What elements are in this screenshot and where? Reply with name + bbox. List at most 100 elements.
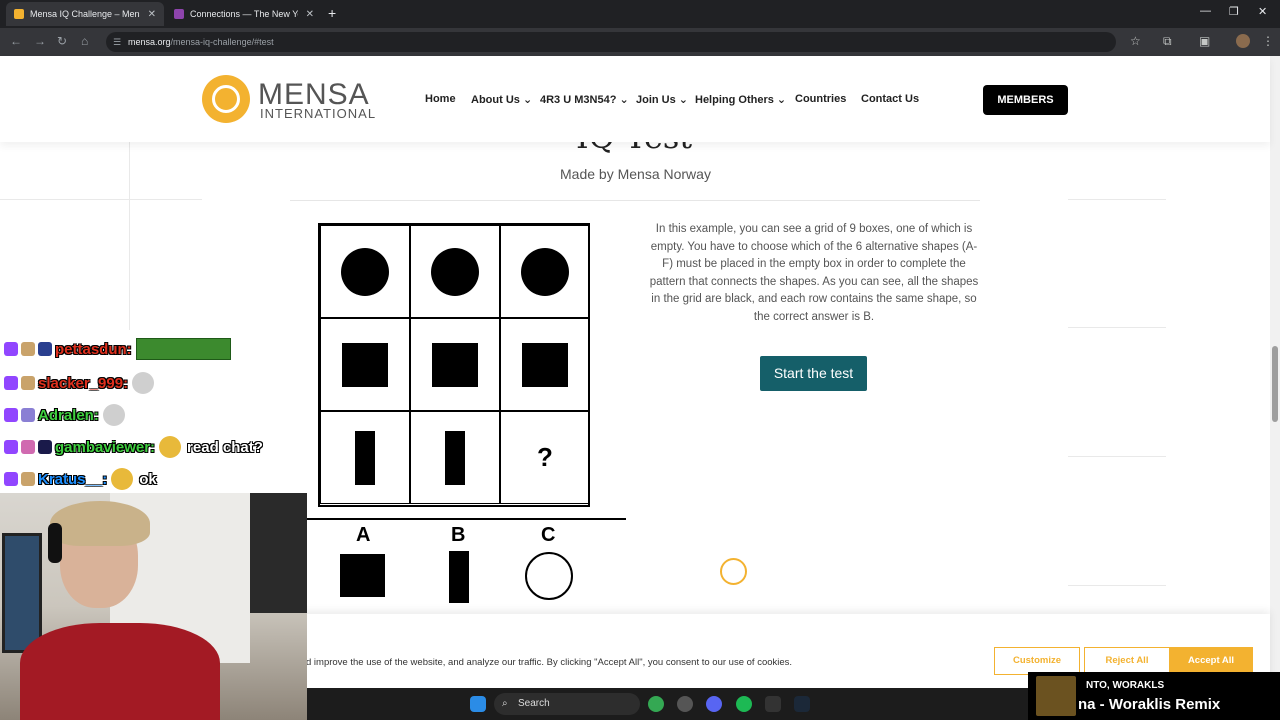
windows-start-icon[interactable] bbox=[470, 696, 486, 712]
twitch-badge-icon bbox=[4, 440, 18, 454]
sub-badge-icon bbox=[21, 440, 35, 454]
spotify-icon[interactable] bbox=[736, 696, 752, 712]
chat-message: pettasdun: bbox=[4, 338, 231, 360]
grid-cell-empty: ? bbox=[500, 411, 590, 504]
nav-label: 4R3 U M3N54? bbox=[540, 94, 617, 106]
back-icon[interactable]: ← bbox=[10, 34, 22, 48]
site-info-icon[interactable]: ☰ bbox=[113, 32, 121, 52]
emote-icon bbox=[132, 372, 155, 394]
logitech-icon[interactable] bbox=[765, 696, 781, 712]
divider bbox=[306, 518, 626, 520]
close-icon[interactable]: ✕ bbox=[148, 9, 156, 20]
url-domain: mensa.org bbox=[128, 37, 171, 47]
page-scrollbar[interactable] bbox=[1270, 56, 1280, 688]
nav-contact-us[interactable]: Contact Us bbox=[861, 93, 919, 105]
option-b-bar-shape bbox=[449, 551, 469, 603]
now-playing-widget: NTO, WORAKLS na - Woraklis Remix bbox=[1028, 672, 1280, 720]
reload-icon[interactable]: ↻ bbox=[57, 34, 67, 48]
sub-badge-icon bbox=[21, 472, 35, 486]
bits-badge-icon bbox=[38, 342, 52, 356]
streamer-hair bbox=[50, 501, 150, 546]
chat-message: gambaviewer: read chat? bbox=[4, 436, 263, 458]
bits-badge-icon bbox=[38, 440, 52, 454]
emote-icon bbox=[159, 436, 182, 458]
bookmark-star-icon[interactable]: ☆ bbox=[1130, 34, 1141, 48]
cookie-customize-button[interactable]: Customize bbox=[994, 647, 1080, 675]
chat-username: pettasdun: bbox=[55, 340, 132, 358]
sidepanel-icon[interactable]: ▣ bbox=[1199, 34, 1210, 48]
cookie-reject-button[interactable]: Reject All bbox=[1084, 647, 1170, 675]
black-circle-shape bbox=[521, 247, 569, 296]
black-circle-shape bbox=[431, 247, 479, 296]
menu-kebab-icon[interactable]: ⋮ bbox=[1262, 34, 1274, 48]
nav-helping-others[interactable]: Helping Others ⌄ bbox=[695, 93, 786, 106]
option-a-square-shape bbox=[340, 554, 385, 597]
black-bar-shape bbox=[445, 430, 465, 485]
background-cabinet bbox=[250, 493, 307, 613]
taskbar-search[interactable]: ⌕ Search bbox=[494, 693, 640, 715]
browser-tab-bar: Mensa IQ Challenge – Mensa Int ✕ Connect… bbox=[0, 0, 1280, 28]
album-art bbox=[1036, 676, 1076, 716]
cookie-accept-button[interactable]: Accept All bbox=[1169, 647, 1253, 675]
tab-title: Connections — The New York Tim bbox=[190, 9, 298, 19]
chevron-down-icon: ⌄ bbox=[619, 94, 629, 106]
emote-icon bbox=[135, 338, 231, 360]
members-button[interactable]: MEMBERS bbox=[983, 85, 1068, 115]
sub-badge-icon bbox=[21, 342, 35, 356]
mensa-favicon-icon bbox=[14, 9, 24, 19]
nav-home[interactable]: Home bbox=[425, 93, 456, 105]
divider bbox=[1068, 456, 1166, 457]
black-circle-shape bbox=[341, 247, 389, 296]
chevron-down-icon: ⌄ bbox=[522, 94, 533, 106]
twitch-badge-icon bbox=[4, 408, 18, 422]
grid-cell bbox=[320, 318, 410, 411]
grid-cell bbox=[410, 411, 500, 504]
home-icon[interactable]: ⌂ bbox=[81, 34, 88, 48]
nav-about-us[interactable]: About Us ⌄ bbox=[471, 93, 532, 106]
option-c-circle-shape bbox=[525, 552, 573, 600]
nav-label: Helping Others bbox=[695, 94, 774, 106]
now-playing-artist: NTO, WORAKLS bbox=[1086, 680, 1165, 691]
emote-icon bbox=[111, 468, 134, 490]
discord-icon[interactable] bbox=[706, 696, 722, 712]
scrollbar-thumb[interactable] bbox=[1272, 346, 1278, 422]
extensions-icon[interactable]: ⧉ bbox=[1163, 34, 1172, 49]
tab-connections[interactable]: Connections — The New York Tim ✕ bbox=[166, 2, 322, 26]
profile-avatar[interactable] bbox=[1236, 34, 1250, 48]
tab-mensa[interactable]: Mensa IQ Challenge – Mensa Int ✕ bbox=[6, 2, 164, 26]
app-icon[interactable] bbox=[677, 696, 693, 712]
maximize-icon[interactable]: ❐ bbox=[1229, 5, 1239, 18]
new-tab-button[interactable]: + bbox=[328, 5, 336, 21]
grid-cell bbox=[500, 225, 590, 318]
steam-icon[interactable] bbox=[794, 696, 810, 712]
mensa-logo-icon[interactable] bbox=[202, 75, 250, 123]
window-close-icon[interactable]: ✕ bbox=[1258, 5, 1267, 18]
option-label-c: C bbox=[541, 524, 556, 546]
chat-username: slacker_999: bbox=[38, 374, 129, 392]
nav-join-us[interactable]: Join Us ⌄ bbox=[636, 93, 688, 106]
start-test-button[interactable]: Start the test bbox=[760, 356, 867, 391]
nav-countries[interactable]: Countries bbox=[795, 93, 846, 105]
wall-art bbox=[2, 533, 42, 653]
chat-message: Adralen: bbox=[4, 404, 125, 426]
chat-message: Kratus__: ok bbox=[4, 468, 157, 490]
black-bar-shape bbox=[355, 430, 375, 485]
sub-badge-icon bbox=[21, 408, 35, 422]
streamer-shirt bbox=[20, 623, 220, 720]
nav-are-you-mensa[interactable]: 4R3 U M3N54? ⌄ bbox=[540, 93, 629, 106]
minimize-icon[interactable]: — bbox=[1200, 5, 1211, 17]
nav-label: Join Us bbox=[636, 94, 676, 106]
nav-label: About Us bbox=[471, 94, 520, 106]
nyt-games-favicon-icon bbox=[174, 9, 184, 19]
chat-text: ok bbox=[139, 470, 157, 488]
twitch-badge-icon bbox=[4, 342, 18, 356]
url-field[interactable]: ☰ mensa.org/mensa-iq-challenge/#test bbox=[106, 32, 1116, 52]
divider bbox=[290, 200, 980, 201]
chrome-icon[interactable] bbox=[648, 696, 664, 712]
option-label-b: B bbox=[451, 524, 466, 546]
logo-subtitle: INTERNATIONAL bbox=[260, 106, 377, 121]
close-icon[interactable]: ✕ bbox=[306, 9, 314, 20]
divider bbox=[1068, 327, 1166, 328]
forward-icon[interactable]: → bbox=[34, 34, 46, 48]
chevron-down-icon: ⌄ bbox=[678, 94, 689, 106]
